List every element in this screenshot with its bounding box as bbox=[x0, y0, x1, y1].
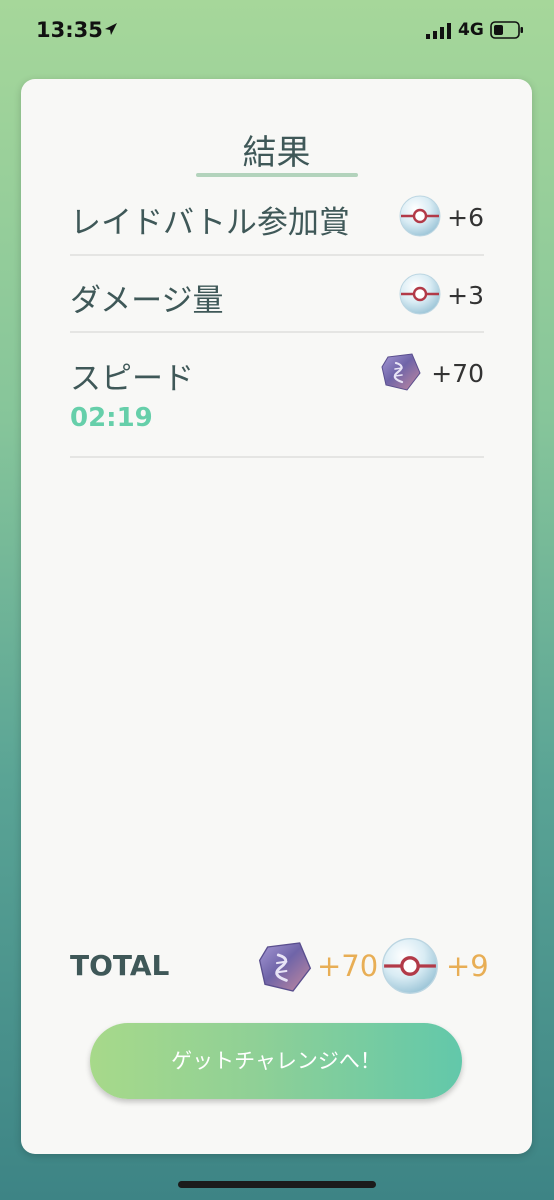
premier-ball-icon bbox=[399, 195, 441, 237]
premier-ball-icon bbox=[399, 273, 441, 315]
catch-challenge-button[interactable]: ゲットチャレンジへ！ bbox=[90, 1023, 462, 1099]
row-value: +3 bbox=[447, 281, 484, 310]
card-title: 結果 bbox=[242, 133, 311, 173]
reward-row-damage: ダメージ量 +3 bbox=[70, 269, 484, 319]
status-bar: 13:35 4G bbox=[0, 0, 554, 64]
total-label: TOTAL bbox=[70, 949, 170, 982]
status-time: 13:35 bbox=[36, 18, 103, 42]
rare-candy-icon bbox=[381, 353, 421, 391]
row-value: +70 bbox=[431, 359, 484, 388]
home-indicator[interactable] bbox=[178, 1181, 376, 1188]
premier-ball-icon bbox=[382, 938, 438, 994]
row-label: スピード bbox=[70, 361, 194, 397]
result-card: 結果 レイドバトル参加賞 +6 ダメージ量 +3 スピード +70 02:19 bbox=[21, 79, 532, 1154]
location-arrow-icon bbox=[105, 23, 117, 35]
row-divider bbox=[70, 254, 484, 256]
network-type: 4G bbox=[458, 20, 484, 40]
speed-clear-time: 02:19 bbox=[70, 403, 153, 433]
reward-row-raid-participation: レイドバトル参加賞 +6 bbox=[70, 191, 484, 241]
reward-row-speed: スピード +70 bbox=[70, 347, 484, 397]
cellular-signal-icon bbox=[426, 23, 451, 39]
row-divider bbox=[70, 331, 484, 333]
row-value: +6 bbox=[447, 203, 484, 232]
total-candy-value: +70 bbox=[317, 949, 379, 983]
battery-icon bbox=[490, 21, 523, 39]
row-divider bbox=[70, 456, 484, 458]
row-label: レイドバトル参加賞 bbox=[70, 205, 350, 241]
title-underline bbox=[196, 173, 358, 177]
row-label: ダメージ量 bbox=[70, 283, 224, 319]
rare-candy-icon bbox=[258, 942, 312, 992]
total-ball-value: +9 bbox=[446, 949, 489, 983]
